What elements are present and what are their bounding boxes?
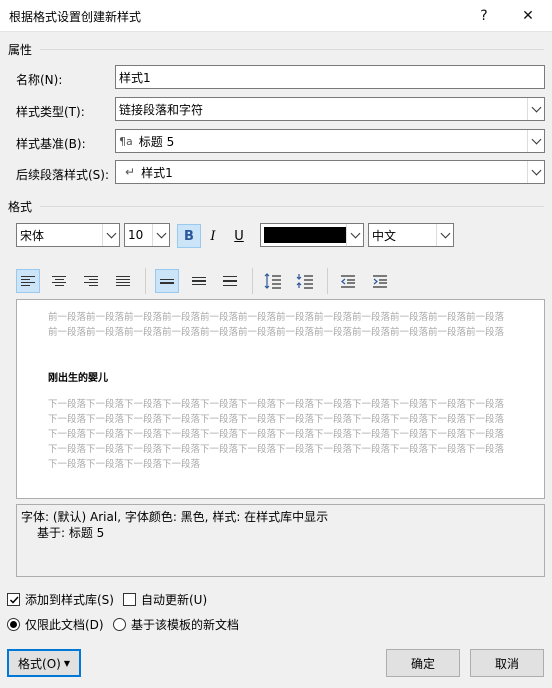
auto-update-option[interactable]: 自动更新(U) xyxy=(123,591,207,608)
chevron-down-icon xyxy=(102,224,119,246)
bold-button[interactable]: B xyxy=(177,224,201,248)
close-button[interactable]: ✕ xyxy=(506,0,550,32)
based-on-label: 样式基准(B): xyxy=(16,137,86,151)
name-value: 样式1 xyxy=(119,70,151,85)
justify-button[interactable] xyxy=(111,269,135,293)
double-spacing-button[interactable] xyxy=(218,269,242,293)
return-icon: ↵ xyxy=(125,165,136,179)
only-this-document-radio[interactable] xyxy=(7,618,20,631)
chevron-down-icon xyxy=(346,224,363,246)
style-type-value: 链接段落和字符 xyxy=(119,102,204,117)
help-button[interactable]: ? xyxy=(462,0,506,32)
decrease-indent-icon xyxy=(341,275,355,288)
align-right-icon xyxy=(84,275,98,287)
next-style-label: 后续段落样式(S): xyxy=(16,168,110,182)
script-value: 中文 xyxy=(372,228,397,243)
radio-selected-dot xyxy=(10,621,17,628)
format-divider xyxy=(40,206,544,207)
toolbar-separator xyxy=(327,268,328,294)
auto-update-checkbox[interactable] xyxy=(123,593,136,606)
script-select[interactable]: 中文 xyxy=(368,223,454,247)
decrease-indent-button[interactable] xyxy=(336,269,360,293)
align-right-button[interactable] xyxy=(79,269,103,293)
style-type-label: 样式类型(T): xyxy=(16,105,85,119)
chevron-down-icon xyxy=(152,224,169,246)
ok-button[interactable]: 确定 xyxy=(386,649,460,677)
decrease-paragraph-spacing-button[interactable] xyxy=(293,269,317,293)
chevron-down-icon xyxy=(527,98,544,120)
line-spacing-1-5-icon xyxy=(192,277,206,285)
add-to-gallery-option[interactable]: 添加到样式库(S) xyxy=(7,591,114,608)
new-documents-template-option[interactable]: 基于该模板的新文档 xyxy=(113,616,239,633)
new-documents-template-label: 基于该模板的新文档 xyxy=(131,618,240,632)
description-line-1: 字体: (默认) Arial, 字体颜色: 黑色, 样式: 在样式库中显示 xyxy=(21,510,329,524)
format-button-label: 格式(O) xyxy=(18,656,61,671)
only-this-document-option[interactable]: 仅限此文档(D) xyxy=(7,616,104,633)
increase-paragraph-spacing-button[interactable] xyxy=(261,269,285,293)
increase-indent-icon xyxy=(373,275,387,288)
chevron-down-icon xyxy=(527,161,544,183)
preview-pane: 前一段落前一段落前一段落前一段落前一段落前一段落前一段落前一段落前一段落前一段落… xyxy=(16,299,545,499)
paragraph-style-icon: ¶a xyxy=(119,134,133,148)
style-description: 字体: (默认) Arial, 字体颜色: 黑色, 样式: 在样式库中显示 基于… xyxy=(16,504,545,577)
single-spacing-button[interactable] xyxy=(155,269,179,293)
dialog-title: 根据格式设置创建新样式 xyxy=(9,10,142,24)
align-center-button[interactable] xyxy=(47,269,71,293)
format-menu-button[interactable]: 格式(O) ▼ xyxy=(7,649,81,677)
font-color-swatch xyxy=(264,227,346,243)
align-left-icon xyxy=(21,275,35,287)
checkmark-icon xyxy=(9,595,19,604)
toolbar-separator xyxy=(145,268,146,294)
new-documents-template-radio[interactable] xyxy=(113,618,126,631)
cancel-button[interactable]: 取消 xyxy=(470,649,544,677)
justify-icon xyxy=(116,275,130,287)
next-paragraph-text: 下一段落下一段落下一段落下一段落下一段落下一段落下一段落下一段落下一段落下一段落… xyxy=(48,399,505,470)
next-style-value: 样式1 xyxy=(141,165,173,180)
name-input[interactable]: 样式1 xyxy=(115,65,545,89)
add-to-gallery-checkbox[interactable] xyxy=(7,593,20,606)
auto-update-label: 自动更新(U) xyxy=(141,593,208,607)
italic-button[interactable]: I xyxy=(201,224,225,248)
chevron-down-icon xyxy=(436,224,453,246)
name-label: 名称(N): xyxy=(16,73,63,87)
properties-heading: 属性 xyxy=(8,43,33,57)
properties-divider xyxy=(40,49,544,50)
dropdown-arrow-icon: ▼ xyxy=(63,658,70,668)
based-on-select[interactable]: ¶a 标题 5 xyxy=(115,129,545,153)
underline-button[interactable]: U xyxy=(227,224,251,248)
font-value: 宋体 xyxy=(20,228,45,243)
sample-text: 刚出生的婴儿 xyxy=(48,373,108,384)
font-size-select[interactable]: 10 xyxy=(124,223,170,247)
previous-paragraph-text: 前一段落前一段落前一段落前一段落前一段落前一段落前一段落前一段落前一段落前一段落… xyxy=(48,312,505,338)
format-heading: 格式 xyxy=(8,200,33,214)
spacing-decrease-icon xyxy=(296,274,313,289)
title-bar: 根据格式设置创建新样式 ? ✕ xyxy=(0,0,552,32)
next-style-select[interactable]: ↵ 样式1 xyxy=(115,160,545,184)
font-size-value: 10 xyxy=(128,228,144,242)
font-select[interactable]: 宋体 xyxy=(16,223,120,247)
only-this-document-label: 仅限此文档(D) xyxy=(25,618,104,632)
toolbar-separator xyxy=(252,268,253,294)
font-color-select[interactable] xyxy=(260,223,364,247)
increase-indent-button[interactable] xyxy=(368,269,392,293)
based-on-value: 标题 5 xyxy=(138,134,175,149)
line-spacing-double-icon xyxy=(223,276,237,286)
one-half-spacing-button[interactable] xyxy=(187,269,211,293)
align-center-icon xyxy=(52,275,66,287)
description-line-2: 基于: 标题 5 xyxy=(37,526,105,540)
style-type-select[interactable]: 链接段落和字符 xyxy=(115,97,545,121)
align-left-button[interactable] xyxy=(16,269,40,293)
line-spacing-single-icon xyxy=(160,278,174,284)
spacing-increase-icon xyxy=(264,273,281,289)
chevron-down-icon xyxy=(527,130,544,152)
add-to-gallery-label: 添加到样式库(S) xyxy=(25,593,114,607)
